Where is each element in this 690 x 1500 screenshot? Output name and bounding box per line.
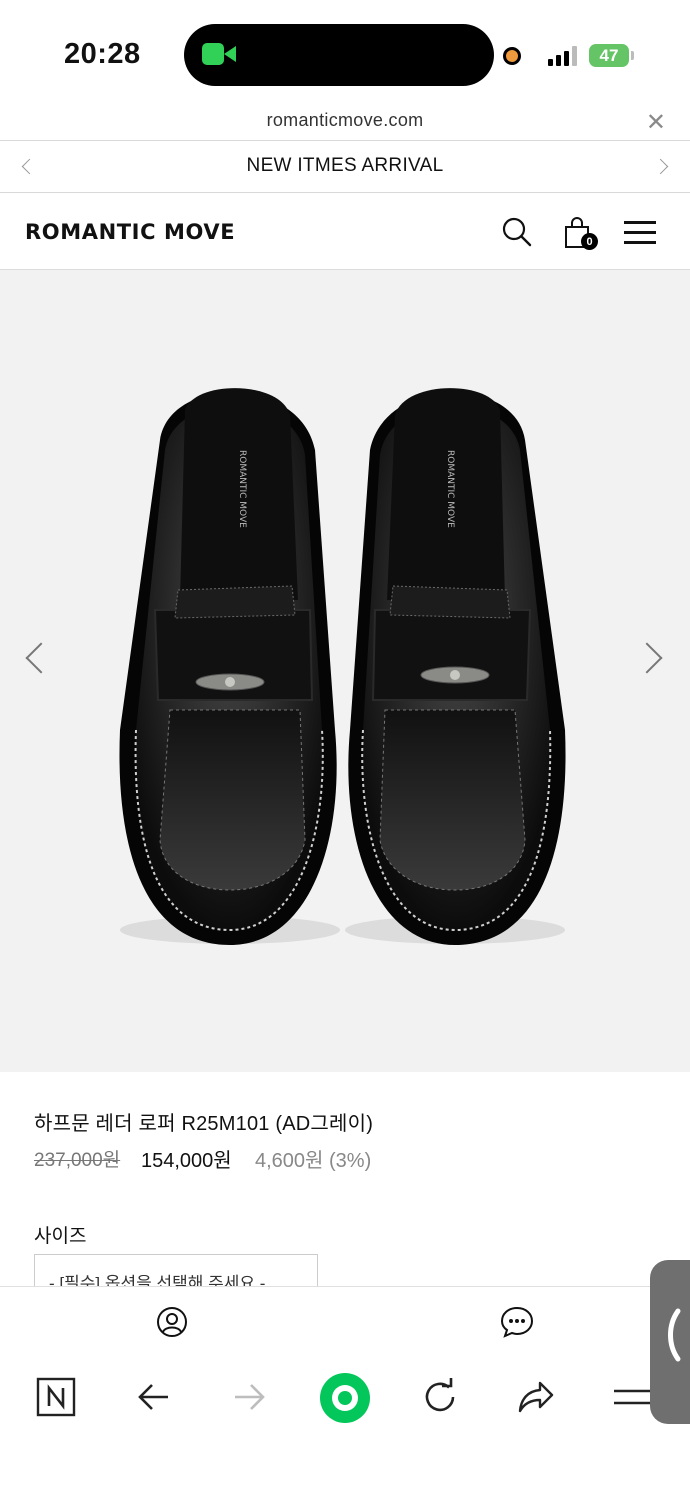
floating-action-bar — [0, 1286, 690, 1358]
back-arrow-icon[interactable] — [134, 1377, 178, 1421]
chevron-left-icon[interactable] — [662, 1305, 684, 1365]
refresh-icon[interactable] — [420, 1377, 464, 1421]
right-loafer: ROMANTIC MOVE — [348, 388, 566, 945]
original-price: 237,000원 — [34, 1150, 121, 1171]
url-text[interactable]: romanticmove.com — [0, 110, 690, 131]
size-label: 사이즈 — [34, 1226, 87, 1247]
sale-price: 154,000원 — [141, 1150, 232, 1172]
search-icon[interactable] — [500, 215, 534, 249]
video-camera-icon — [202, 43, 224, 65]
gallery-next-arrow-icon[interactable] — [631, 642, 663, 674]
clock: 20:28 — [64, 38, 141, 70]
naver-green-dot-icon[interactable] — [319, 1372, 371, 1424]
announcement-banner: NEW ITMES ARRIVAL — [0, 141, 690, 193]
video-camera-lens-icon — [224, 46, 236, 62]
insole-brand-left: ROMANTIC MOVE — [237, 450, 247, 528]
discount-amount: 4,600원 (3%) — [255, 1150, 372, 1172]
left-loafer: ROMANTIC MOVE — [119, 388, 337, 945]
status-bar: 20:28 47 — [0, 0, 690, 108]
battery-icon: 47 — [589, 44, 629, 67]
hamburger-menu-icon[interactable] — [624, 221, 656, 245]
cart-count-badge: 0 — [581, 233, 598, 250]
recording-indicator-icon — [503, 47, 521, 65]
signal-icon — [548, 46, 580, 66]
naver-n-icon[interactable] — [36, 1377, 80, 1421]
gallery-prev-arrow-icon[interactable] — [25, 642, 57, 674]
url-bar[interactable]: romanticmove.com ✕ — [0, 108, 690, 141]
dynamic-island — [184, 24, 494, 86]
forward-arrow-icon[interactable] — [229, 1377, 273, 1421]
browser-toolbar — [0, 1357, 690, 1500]
product-name: 하프문 레더 로퍼 R25M101 (AD그레이) — [34, 1113, 374, 1135]
insole-brand-right: ROMANTIC MOVE — [445, 450, 455, 528]
product-image-loafers: ROMANTIC MOVE ROMANTIC MOVE — [119, 388, 566, 945]
close-icon[interactable]: ✕ — [646, 108, 666, 137]
announcement-text[interactable]: NEW ITMES ARRIVAL — [0, 155, 690, 177]
battery-tip — [631, 51, 634, 60]
chat-bubble-icon[interactable] — [500, 1306, 534, 1338]
site-header: ROMANTIC MOVE 0 — [0, 193, 690, 270]
share-icon[interactable] — [516, 1377, 560, 1421]
user-account-icon[interactable] — [156, 1306, 188, 1338]
site-logo[interactable]: ROMANTIC MOVE — [25, 220, 235, 244]
product-image-gallery[interactable]: ROMANTIC MOVE ROMANTIC MOVE — [0, 270, 690, 1072]
